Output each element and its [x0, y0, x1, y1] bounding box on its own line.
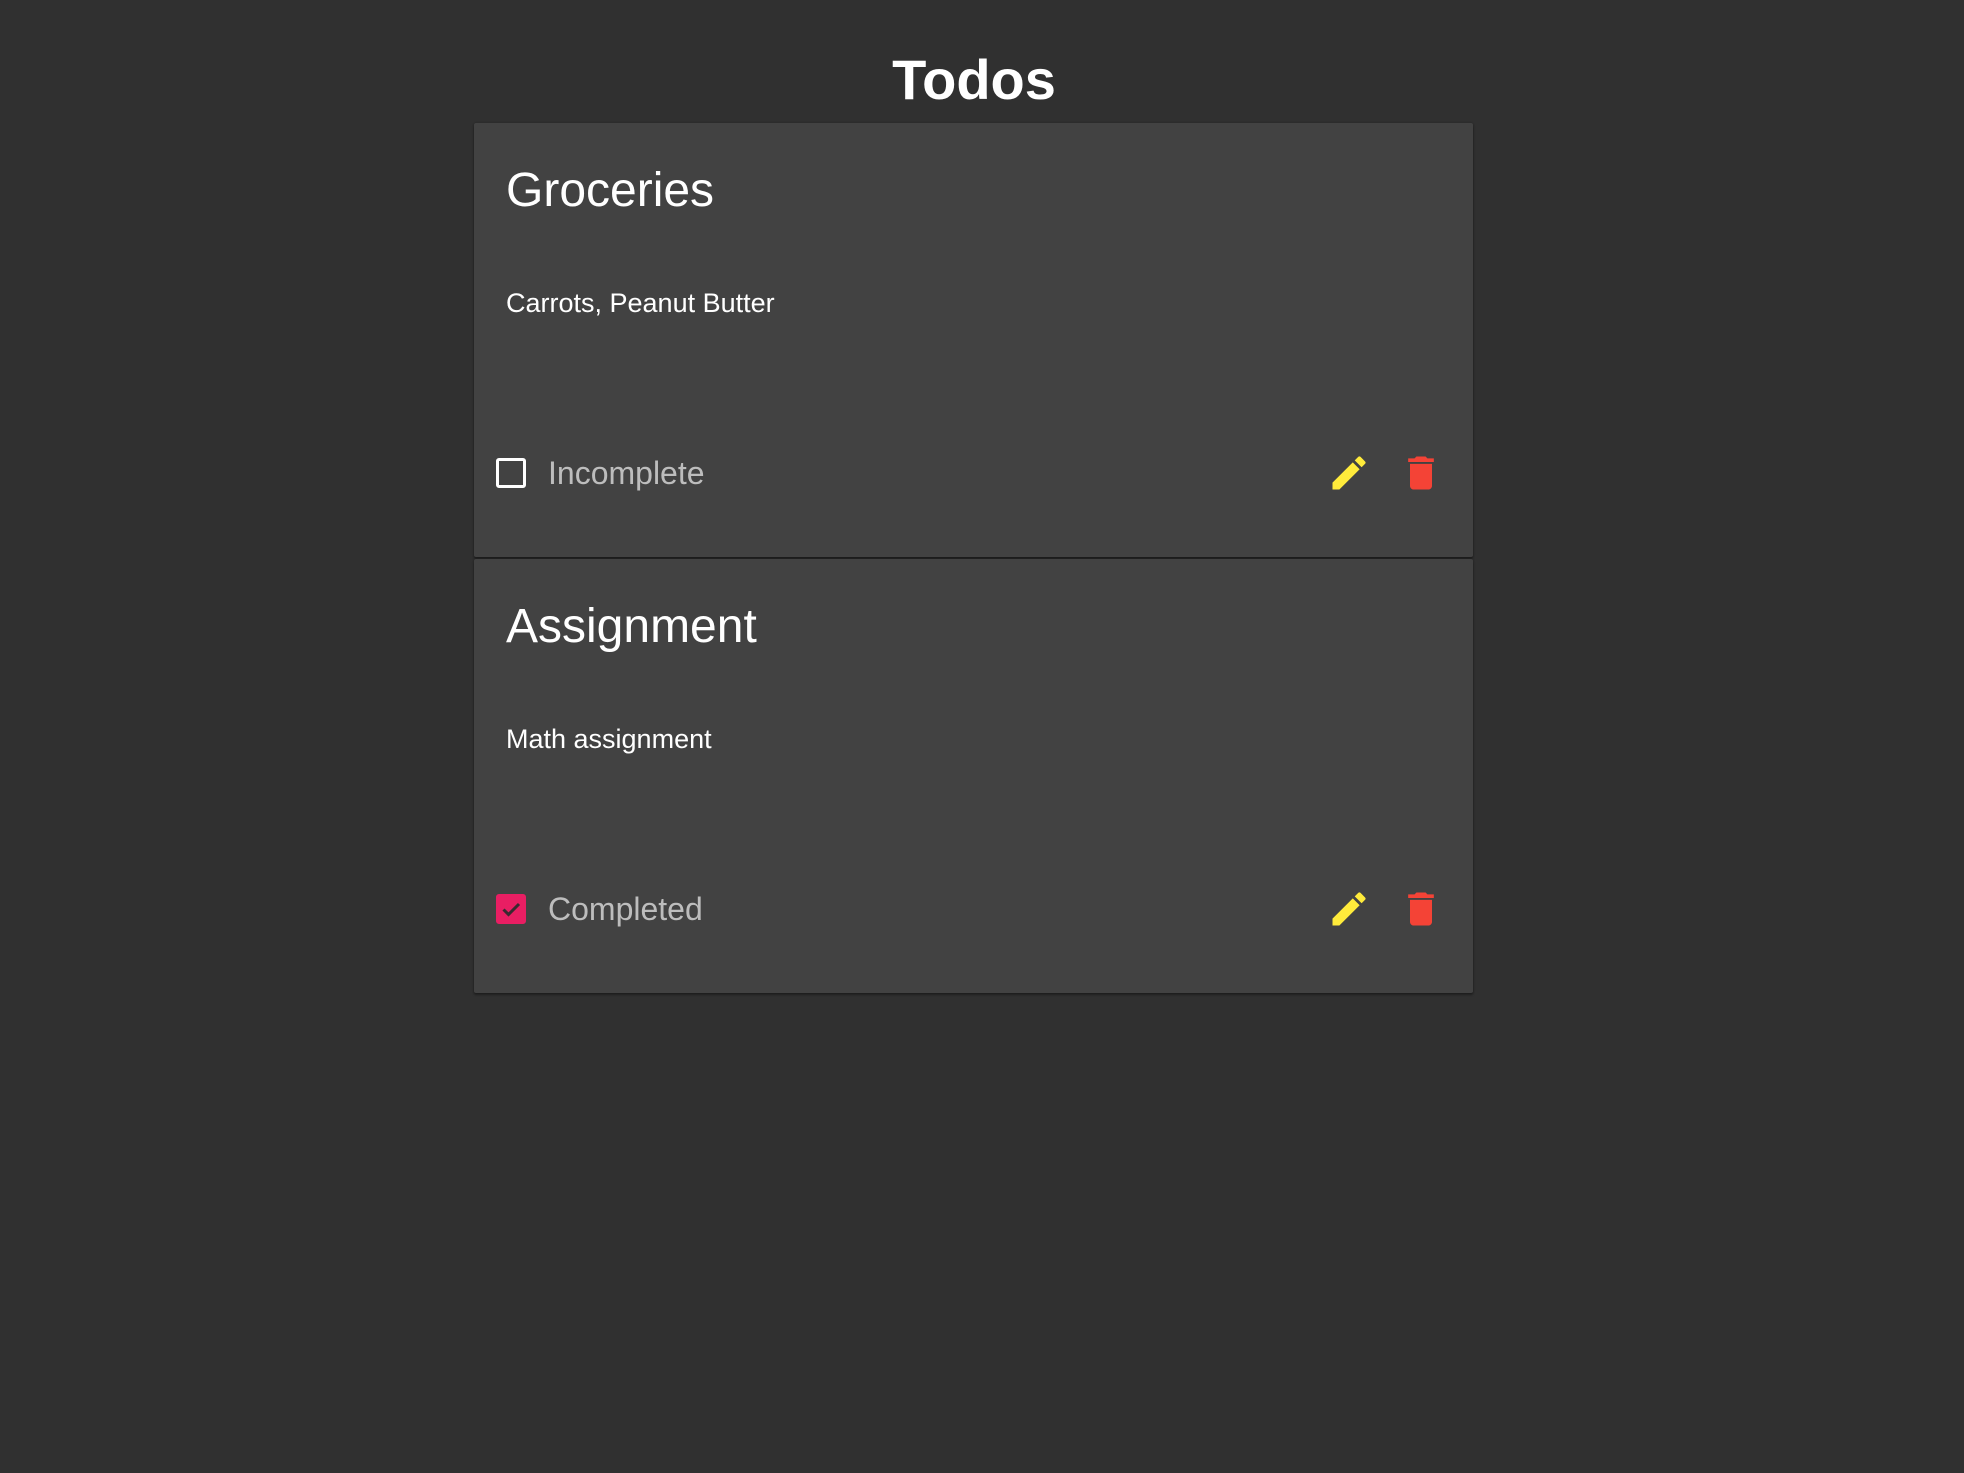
- checkmark-icon: [502, 902, 521, 917]
- delete-button[interactable]: [1397, 885, 1445, 933]
- status-checkbox-control[interactable]: Completed: [496, 881, 703, 937]
- card-actions: [1325, 881, 1445, 937]
- todo-title: Groceries: [506, 164, 715, 217]
- pencil-icon: [1332, 892, 1366, 926]
- todo-card: Assignment Math assignment Completed: [474, 559, 1473, 993]
- todo-description: Math assignment: [506, 724, 712, 754]
- checkbox-blank-icon[interactable]: [496, 458, 526, 488]
- delete-button[interactable]: [1397, 449, 1445, 497]
- card-actions: [1325, 445, 1445, 501]
- status-label: Completed: [548, 891, 703, 927]
- status-checkbox-control[interactable]: Incomplete: [496, 445, 705, 501]
- todo-card: Groceries Carrots, Peanut Butter Incompl…: [474, 123, 1473, 557]
- edit-button[interactable]: [1325, 885, 1373, 933]
- edit-button[interactable]: [1325, 449, 1373, 497]
- trash-icon: [1408, 456, 1434, 490]
- trash-icon: [1408, 892, 1434, 926]
- checkbox-checked-icon[interactable]: [496, 894, 526, 924]
- status-label: Incomplete: [548, 455, 705, 491]
- todo-list: Groceries Carrots, Peanut Butter Incompl…: [474, 123, 1473, 995]
- page-title: Todos: [892, 48, 1056, 111]
- todo-title: Assignment: [506, 600, 757, 653]
- pencil-icon: [1332, 456, 1366, 490]
- todo-description: Carrots, Peanut Butter: [506, 288, 775, 318]
